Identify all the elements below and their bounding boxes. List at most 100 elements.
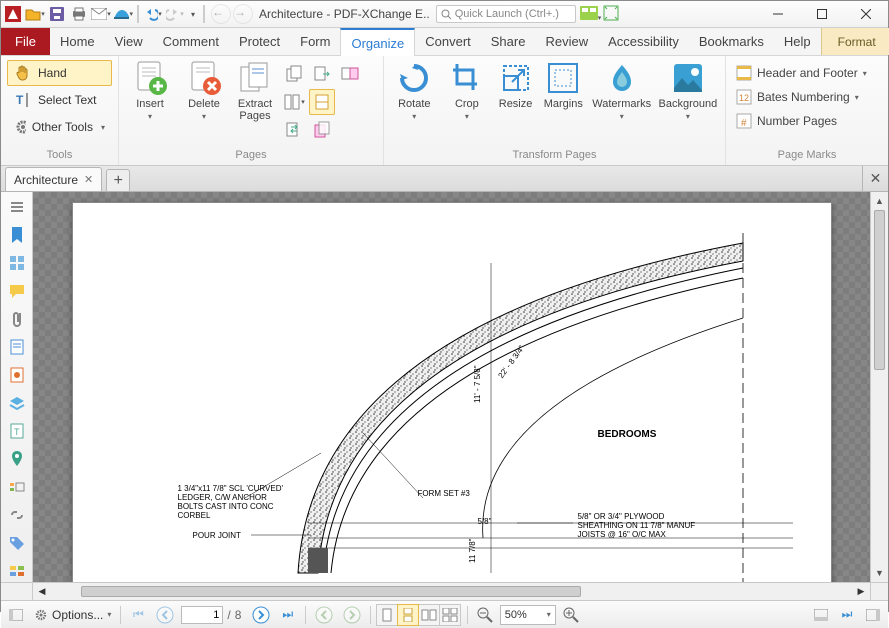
margins-button[interactable]: Margins — [538, 58, 589, 112]
tab-help[interactable]: Help — [774, 28, 821, 55]
layers-panel-icon[interactable] — [6, 392, 28, 414]
next-page-button[interactable] — [249, 604, 273, 626]
insert-button[interactable]: Insert▾ — [123, 58, 177, 123]
layout-continuous-button[interactable] — [397, 604, 419, 626]
bottom-panel-toggle[interactable] — [810, 604, 832, 626]
tab-file[interactable]: File — [1, 28, 50, 55]
open-icon[interactable]: ▾ — [25, 4, 45, 24]
history-back-button[interactable] — [312, 604, 336, 626]
thumbnails-panel-icon[interactable] — [6, 252, 28, 274]
tab-review[interactable]: Review — [535, 28, 598, 55]
right-panel-toggle[interactable]: ⏭ — [836, 604, 858, 626]
layout-single-button[interactable] — [376, 604, 398, 626]
document-viewport[interactable]: BEDROOMS 1 3/4"x11 7/8" SCL 'CURVED' LED… — [33, 192, 870, 582]
save-icon[interactable] — [47, 4, 67, 24]
destinations-panel-icon[interactable] — [6, 448, 28, 470]
scroll-up-icon[interactable]: ▲ — [871, 192, 888, 210]
print-icon[interactable] — [69, 4, 89, 24]
tab-home[interactable]: Home — [50, 28, 105, 55]
qat-customize-icon[interactable]: ▾ — [187, 4, 199, 24]
email-icon[interactable]: ▾ — [91, 4, 111, 24]
ui-toggle-icon[interactable]: ▾ — [580, 6, 602, 23]
last-page-button[interactable]: ⏭ — [277, 604, 299, 626]
tab-share[interactable]: Share — [481, 28, 536, 55]
scroll-left-icon[interactable]: ◀ — [33, 583, 51, 600]
number-pages-button[interactable]: # Number Pages — [730, 109, 873, 133]
tab-protect[interactable]: Protect — [229, 28, 290, 55]
tab-view[interactable]: View — [105, 28, 153, 55]
prev-page-button[interactable] — [153, 604, 177, 626]
close-icon[interactable]: ✕ — [84, 173, 93, 186]
resize-button[interactable]: Resize — [493, 58, 538, 112]
scan-icon[interactable]: ▾ — [113, 4, 133, 24]
scrollbar-thumb-h[interactable] — [81, 586, 581, 597]
minimize-button[interactable] — [756, 1, 800, 27]
history-fwd-button[interactable] — [340, 604, 364, 626]
quick-launch-search[interactable]: Quick Launch (Ctrl+.) — [436, 5, 576, 23]
split-page-icon[interactable]: ▾ — [281, 89, 307, 115]
nav-forward-icon[interactable]: → — [233, 4, 253, 24]
zoom-in-button[interactable] — [560, 604, 582, 626]
swap-pages-icon[interactable] — [281, 117, 307, 143]
undo-icon[interactable]: ▾ — [143, 4, 163, 24]
horizontal-scrollbar[interactable]: ◀ ▶ — [1, 582, 888, 600]
replace-page-icon[interactable] — [337, 61, 363, 87]
hand-tool[interactable]: Hand — [7, 60, 112, 86]
bookmarks-panel-icon[interactable] — [6, 224, 28, 246]
header-footer-icon — [736, 65, 752, 81]
duplicate-page-icon[interactable] — [281, 61, 307, 87]
comments-panel-icon[interactable] — [6, 280, 28, 302]
attachments-panel-icon[interactable] — [6, 308, 28, 330]
options-button[interactable]: Options...▾ — [31, 604, 114, 626]
scrollbar-thumb[interactable] — [874, 210, 885, 370]
tab-bookmarks[interactable]: Bookmarks — [689, 28, 774, 55]
background-button[interactable]: Background▾ — [655, 58, 721, 123]
fit-icon[interactable] — [603, 5, 619, 24]
tags-panel-icon[interactable] — [6, 532, 28, 554]
properties-panel-icon[interactable] — [6, 560, 28, 582]
links-panel-icon[interactable] — [6, 504, 28, 526]
close-all-tabs-button[interactable]: ✕ — [862, 166, 888, 191]
vertical-scrollbar[interactable]: ▲ ▼ — [870, 192, 888, 582]
tab-organize[interactable]: Organize — [340, 28, 415, 56]
layout-two-button[interactable] — [418, 604, 440, 626]
crop-button[interactable]: Crop▾ — [441, 58, 494, 123]
app-icon[interactable] — [3, 4, 23, 24]
header-footer-button[interactable]: Header and Footer▾ — [730, 61, 873, 85]
select-text-tool[interactable]: T Select Text — [7, 87, 112, 113]
bates-numbering-button[interactable]: 12 Bates Numbering▾ — [730, 85, 873, 109]
document-tab[interactable]: Architecture ✕ — [5, 167, 102, 191]
fields-panel-icon[interactable] — [6, 336, 28, 358]
watermarks-button[interactable]: Watermarks▾ — [589, 58, 655, 123]
move-page-icon[interactable] — [309, 61, 335, 87]
delete-button[interactable]: Delete▾ — [177, 58, 231, 123]
side-panel-toggle[interactable] — [862, 604, 884, 626]
close-button[interactable] — [844, 1, 888, 27]
nav-back-icon[interactable]: ← — [211, 4, 231, 24]
rotate-button[interactable]: Rotate▾ — [388, 58, 441, 123]
nav-panel-toggle[interactable] — [5, 604, 27, 626]
first-page-button[interactable]: ⏮ — [127, 604, 149, 626]
signatures-panel-icon[interactable] — [6, 364, 28, 386]
scroll-right-icon[interactable]: ▶ — [852, 583, 870, 600]
maximize-button[interactable] — [800, 1, 844, 27]
tab-accessibility[interactable]: Accessibility — [598, 28, 689, 55]
options-panel-icon[interactable] — [6, 196, 28, 218]
layout-two-continuous-button[interactable] — [439, 604, 461, 626]
zoom-input[interactable]: 50%▾ — [500, 605, 556, 625]
tab-convert[interactable]: Convert — [415, 28, 481, 55]
page-input[interactable] — [181, 606, 223, 624]
tab-comment[interactable]: Comment — [153, 28, 229, 55]
extract-pages-button[interactable]: Extract Pages — [231, 58, 279, 124]
new-tab-button[interactable]: + — [106, 169, 130, 191]
zoom-out-button[interactable] — [474, 604, 496, 626]
other-tools[interactable]: Other Tools ▾ — [7, 114, 112, 140]
tab-format[interactable]: Format — [821, 28, 889, 55]
scroll-down-icon[interactable]: ▼ — [871, 564, 888, 582]
merge-page-icon[interactable] — [309, 89, 335, 115]
content-panel-icon[interactable]: T — [6, 420, 28, 442]
redo-icon[interactable]: ▾ — [165, 4, 185, 24]
tab-form[interactable]: Form — [290, 28, 340, 55]
overlay-pages-icon[interactable] — [309, 117, 335, 143]
pan-zoom-panel-icon[interactable] — [6, 476, 28, 498]
